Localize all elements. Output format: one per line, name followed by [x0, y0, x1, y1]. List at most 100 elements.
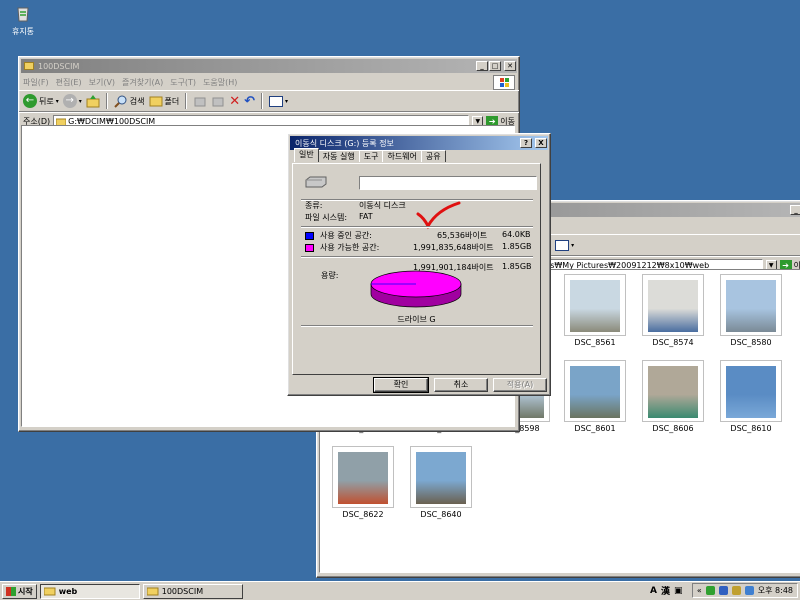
drive-properties-dialog[interactable]: 이동식 디스크 (G:) 등록 정보 ? X 일반 자동 실행 도구 하드웨어 …	[287, 133, 551, 396]
thumbnail[interactable]	[720, 360, 782, 422]
tray-expand-icon[interactable]: «	[697, 586, 702, 595]
thumbnail[interactable]	[564, 360, 626, 422]
menu-favorites[interactable]: 즐겨찾기(A)	[122, 77, 163, 88]
up-folder-button[interactable]	[86, 94, 100, 108]
thumbnail-image	[726, 280, 776, 332]
thumbnail-label: DSC_8622	[342, 510, 384, 519]
dialog-titlebar[interactable]: 이동식 디스크 (G:) 등록 정보 ? X	[290, 136, 548, 150]
filesystem-label: 파일 시스템:	[305, 213, 348, 222]
recycle-bin-label: 휴지통	[11, 27, 35, 36]
used-label: 사용 중인 공간:	[320, 231, 372, 240]
tab-hardware[interactable]: 하드웨어	[382, 150, 422, 162]
views-icon[interactable]: ▾	[555, 239, 574, 251]
close-button[interactable]: X	[535, 138, 547, 148]
menu-edit[interactable]: 편집(E)	[56, 77, 82, 88]
task-100dscim[interactable]: 100DSCIM	[142, 583, 243, 599]
search-icon	[114, 95, 127, 108]
menu-help[interactable]: 도움말(H)	[203, 77, 237, 88]
help-button[interactable]: ?	[520, 138, 532, 148]
ime-indicator[interactable]: A 漢 ▣	[650, 584, 683, 598]
network-icon[interactable]	[705, 586, 715, 595]
thumbnail-image	[416, 452, 466, 504]
task-web[interactable]: web	[39, 583, 140, 599]
free-color-swatch	[305, 244, 314, 252]
tab-general[interactable]: 일반	[294, 148, 319, 162]
thumbnail[interactable]	[564, 274, 626, 336]
thumbnail[interactable]	[410, 446, 472, 508]
thumbnail[interactable]	[720, 274, 782, 336]
folder-icon	[43, 587, 56, 595]
search-button[interactable]: 검색	[114, 94, 145, 108]
disk-usage-pie	[370, 270, 462, 308]
free-size: 1.85GB	[502, 242, 532, 251]
type-label: 종류:	[305, 201, 323, 210]
drive-label: 드라이브 G	[397, 315, 436, 324]
delete-icon[interactable]: ✕	[229, 94, 240, 109]
apply-button[interactable]: 적용(A)	[493, 378, 547, 392]
ok-button[interactable]: 확인	[373, 377, 429, 393]
capacity-label: 용량:	[321, 271, 339, 280]
folders-button[interactable]: 폴더	[149, 94, 179, 108]
thumbnail-image	[726, 366, 776, 418]
close-button[interactable]: ✕	[504, 61, 516, 71]
used-color-swatch	[305, 232, 314, 240]
taskbar: 시작 web 100DSCIM A 漢 ▣ « 오후 8:48	[0, 581, 800, 600]
100dscim-toolbar: ← 뒤로 ▾ → ▾ 검색 폴더 ✕ ↶ ▾	[19, 90, 519, 112]
free-bytes: 1,991,835,648바이트	[413, 243, 494, 252]
thumbnail-image	[648, 366, 698, 418]
forward-button[interactable]: → ▾	[62, 94, 82, 108]
thumbnail-label: DSC_8601	[574, 424, 616, 433]
type-value: 이동식 디스크	[359, 201, 406, 210]
thumbnail-label: DSC_8574	[652, 338, 694, 347]
minimize-button[interactable]: _	[790, 205, 800, 215]
ime-mode-a[interactable]: A	[650, 586, 657, 596]
thumbnail-image	[570, 366, 620, 418]
volume-icon[interactable]	[718, 586, 728, 595]
ime-extra-icon[interactable]: ▣	[674, 586, 683, 596]
general-panel: 종류: 이동식 디스크 파일 시스템: FAT 사용 중인 공간: 65,536…	[292, 163, 541, 375]
tab-autorun[interactable]: 자동 실행	[317, 150, 360, 162]
up-folder-icon	[86, 95, 100, 108]
free-label: 사용 가능한 공간:	[320, 243, 380, 252]
thumbnail-label: DSC_8580	[730, 338, 772, 347]
100dscim-titlebar[interactable]: 100DSCIM _ □ ✕	[21, 59, 517, 73]
thumbnail-image	[338, 452, 388, 504]
minimize-button[interactable]: _	[476, 61, 488, 71]
folder-icon	[149, 96, 162, 107]
thumbnail[interactable]	[642, 274, 704, 336]
used-bytes: 65,536바이트	[437, 231, 488, 240]
start-button[interactable]: 시작	[2, 583, 37, 599]
cancel-button[interactable]: 취소	[434, 378, 488, 392]
maximize-button[interactable]: □	[489, 61, 501, 71]
thumbnail-label: DSC_8610	[730, 424, 772, 433]
menu-tools[interactable]: 도구(T)	[170, 77, 196, 88]
filesystem-value: FAT	[359, 212, 373, 221]
thumbnail[interactable]	[642, 360, 704, 422]
capacity-size: 1.85GB	[502, 262, 532, 271]
move-to-icon[interactable]	[193, 94, 207, 108]
copy-to-icon[interactable]	[211, 94, 225, 108]
thumbnail-image	[570, 280, 620, 332]
menu-file[interactable]: 파일(F)	[23, 77, 49, 88]
safely-remove-icon[interactable]	[731, 586, 741, 595]
menu-view[interactable]: 보기(V)	[89, 77, 115, 88]
undo-icon[interactable]: ↶	[244, 94, 255, 109]
windows-logo-icon	[493, 75, 515, 90]
back-button[interactable]: ← 뒤로 ▾	[23, 94, 59, 108]
thumbnail-label: DSC_8606	[652, 424, 694, 433]
clock[interactable]: 오후 8:48	[758, 585, 793, 596]
folder-icon	[24, 62, 34, 70]
removable-drive-icon	[305, 176, 327, 188]
ime-hanja[interactable]: 漢	[661, 584, 670, 597]
recycle-bin-icon[interactable]: 휴지통	[6, 4, 40, 37]
back-arrow-icon: ←	[23, 94, 37, 108]
tray-app-icon[interactable]	[744, 586, 754, 595]
trash-icon	[17, 7, 29, 22]
views-icon[interactable]: ▾	[269, 95, 288, 107]
tab-sharing[interactable]: 공유	[420, 150, 446, 162]
tab-tools[interactable]: 도구	[358, 150, 384, 162]
drive-name-input[interactable]	[359, 176, 537, 190]
100dscim-menubar: 파일(F) 편집(E) 보기(V) 즐겨찾기(A) 도구(T) 도움말(H)	[19, 75, 519, 90]
forward-arrow-icon: →	[62, 94, 77, 108]
thumbnail[interactable]	[332, 446, 394, 508]
